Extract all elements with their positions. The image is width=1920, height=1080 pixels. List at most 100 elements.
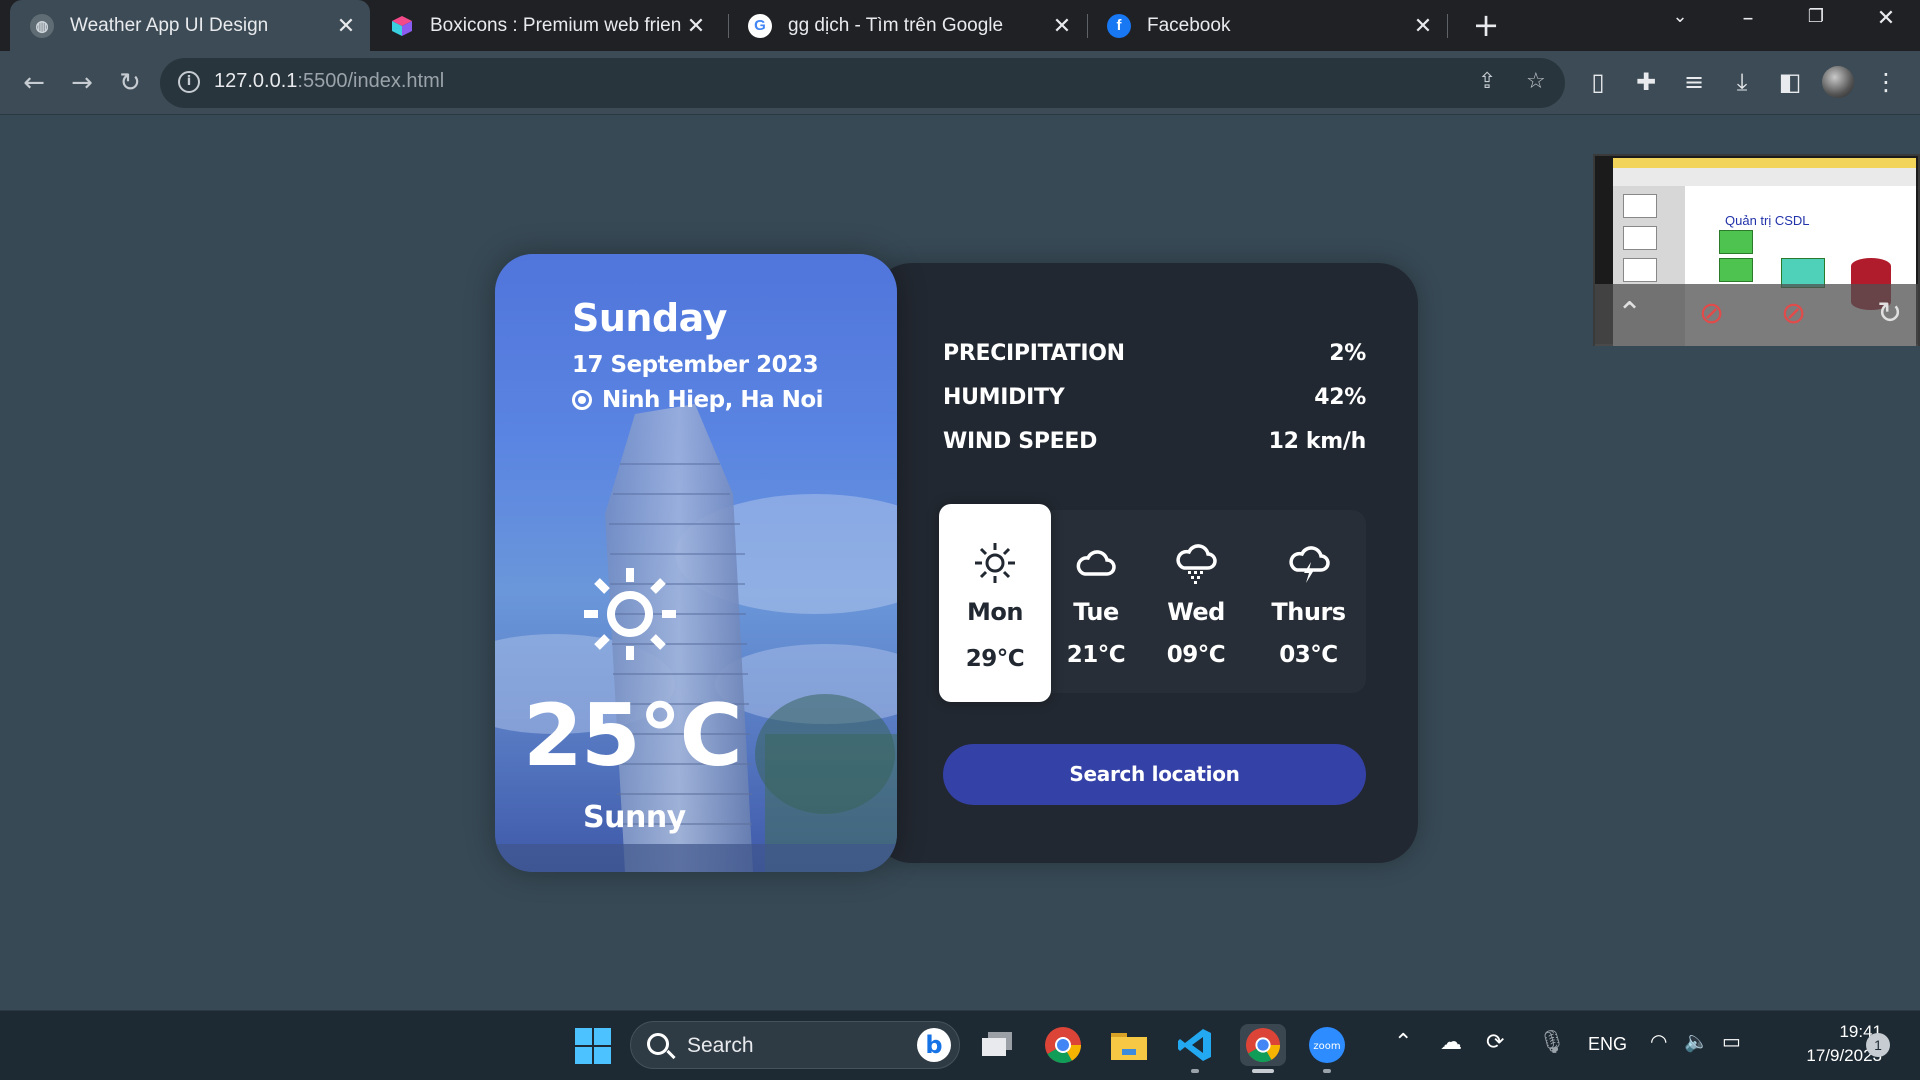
extensions-icon[interactable]: ✚ bbox=[1628, 64, 1664, 100]
tab-bar: ◍ Weather App UI Design ✕ Boxicons : Pre… bbox=[0, 0, 1920, 51]
sun-icon bbox=[584, 568, 676, 660]
diagram-box bbox=[1719, 258, 1753, 282]
url-text[interactable]: 127.0.0.1:5500/index.html bbox=[214, 70, 444, 93]
new-tab-button[interactable]: + bbox=[1466, 6, 1506, 44]
restore-button[interactable]: ❐ bbox=[1796, 6, 1836, 27]
forecast-day-tue[interactable]: Tue 21°C bbox=[1051, 510, 1141, 693]
mic-muted-icon[interactable]: ⊘ bbox=[1699, 296, 1724, 331]
taskbar-search-label: Search bbox=[687, 1034, 754, 1057]
tab-title: Boxicons : Premium web friendly bbox=[430, 14, 682, 36]
forecast-day-thurs[interactable]: Thurs 03°C bbox=[1251, 510, 1366, 693]
close-window-button[interactable]: ✕ bbox=[1866, 6, 1906, 31]
location-row: Ninh Hiep, Ha Noi bbox=[572, 387, 824, 413]
reload-button[interactable]: ↻ bbox=[110, 63, 150, 103]
tab-google-search[interactable]: G gg dịch - Tìm trên Google ✕ bbox=[728, 0, 1086, 51]
media-control-icon[interactable]: ≡ bbox=[1676, 64, 1712, 100]
week-forecast: Mon 29°C Tue 21°C Wed 09°C Thurs 03°C bbox=[939, 504, 1366, 702]
zoom-share-preview[interactable]: Quản trị CSDL ⌃ ⊘ ⊘ ↻ bbox=[1593, 154, 1920, 346]
battery-icon[interactable]: ▭ bbox=[1722, 1029, 1741, 1054]
task-view-icon[interactable] bbox=[976, 1024, 1018, 1066]
slide-thumbnail bbox=[1623, 194, 1657, 218]
share-screen-icon[interactable]: ↻ bbox=[1877, 296, 1902, 331]
close-icon[interactable]: ✕ bbox=[332, 13, 360, 39]
tab-boxicons[interactable]: Boxicons : Premium web friendly ✕ bbox=[370, 0, 720, 51]
wifi-icon[interactable]: ◠ bbox=[1650, 1029, 1667, 1054]
windows-start-icon[interactable] bbox=[575, 1028, 611, 1064]
stat-label: HUMIDITY bbox=[943, 385, 1065, 410]
chrome-icon[interactable] bbox=[1042, 1024, 1084, 1066]
zoom-icon[interactable]: zoom bbox=[1306, 1024, 1348, 1066]
side-panel-icon[interactable]: ◧ bbox=[1772, 64, 1808, 100]
search-location-button[interactable]: Search location bbox=[943, 744, 1366, 805]
day-name: Sunday bbox=[572, 296, 727, 340]
stat-precipitation: PRECIPITATION 2% bbox=[943, 341, 1366, 385]
device-icon[interactable]: ▯ bbox=[1580, 64, 1616, 100]
close-icon[interactable]: ✕ bbox=[682, 13, 710, 39]
expand-icon[interactable]: ⌃ bbox=[1617, 296, 1642, 331]
weather-summary-card: Sunday 17 September 2023 Ninh Hiep, Ha N… bbox=[495, 254, 897, 872]
facebook-icon: f bbox=[1107, 13, 1131, 38]
forecast-temp: 09°C bbox=[1166, 642, 1226, 668]
stat-value: 42% bbox=[1314, 385, 1366, 410]
date-text: 17 September 2023 bbox=[572, 352, 819, 378]
show-hidden-icons[interactable]: ⌃ bbox=[1394, 1029, 1412, 1055]
tab-title: gg dịch - Tìm trên Google bbox=[788, 14, 1004, 36]
tab-separator bbox=[1447, 14, 1448, 38]
download-icon[interactable]: ⤓ bbox=[1724, 64, 1760, 100]
stat-label: WIND SPEED bbox=[943, 429, 1098, 454]
tab-title: Facebook bbox=[1147, 14, 1231, 36]
taskbar-search[interactable]: Search b bbox=[630, 1021, 960, 1069]
volume-icon[interactable]: 🔈 bbox=[1684, 1029, 1709, 1054]
cloud-snow-icon bbox=[1176, 544, 1217, 584]
close-icon[interactable]: ✕ bbox=[1409, 13, 1437, 39]
share-icon[interactable]: ⇪ bbox=[1478, 69, 1496, 94]
address-bar[interactable]: i 127.0.0.1:5500/index.html ⇪ ☆ bbox=[160, 58, 1565, 108]
notification-badge[interactable]: 1 bbox=[1866, 1033, 1890, 1057]
clock-date[interactable]: 17/9/2023 bbox=[1772, 1046, 1882, 1066]
diagram-box bbox=[1719, 230, 1753, 254]
forecast-day-wed[interactable]: Wed 09°C bbox=[1141, 510, 1251, 693]
running-indicator bbox=[1191, 1069, 1199, 1073]
vscode-icon[interactable] bbox=[1174, 1024, 1216, 1066]
current-temperature: 25°C bbox=[523, 686, 743, 786]
site-info-icon[interactable]: i bbox=[178, 71, 200, 93]
stat-value: 2% bbox=[1329, 341, 1366, 366]
boxicons-icon bbox=[390, 14, 414, 38]
shared-slide-title: Quản trị CSDL bbox=[1725, 213, 1810, 228]
running-indicator bbox=[1323, 1069, 1331, 1073]
bookmark-star-icon[interactable]: ☆ bbox=[1526, 69, 1546, 94]
svg-text:zoom: zoom bbox=[1313, 1041, 1340, 1052]
video-off-icon[interactable]: ⊘ bbox=[1781, 296, 1806, 331]
windows-taskbar: Search b zoom ⌃ ☁ ⟳ 🎙 ENG ◠ 🔈 ▭ 19:41 17… bbox=[0, 1010, 1920, 1080]
tab-facebook[interactable]: f Facebook ✕ bbox=[1087, 0, 1447, 51]
profile-avatar[interactable] bbox=[1822, 66, 1854, 98]
tab-title: Weather App UI Design bbox=[70, 14, 269, 36]
bing-icon[interactable]: b bbox=[917, 1028, 951, 1062]
forward-button[interactable]: → bbox=[62, 63, 102, 103]
browser-toolbar: ← → ↻ i 127.0.0.1:5500/index.html ⇪ ☆ ▯ … bbox=[0, 51, 1920, 115]
forecast-day-name: Thurs bbox=[1271, 598, 1346, 626]
chrome-active-icon[interactable] bbox=[1240, 1024, 1286, 1066]
cloud-icon bbox=[1076, 550, 1116, 576]
forecast-day-name: Wed bbox=[1167, 598, 1225, 626]
minimize-button[interactable]: – bbox=[1728, 6, 1768, 31]
forecast-day-name: Tue bbox=[1073, 598, 1119, 626]
back-button[interactable]: ← bbox=[14, 63, 54, 103]
url-host: 127.0.0.1 bbox=[214, 70, 298, 92]
url-path: :5500/index.html bbox=[297, 70, 445, 92]
google-icon: G bbox=[748, 13, 772, 38]
running-indicator bbox=[1252, 1069, 1274, 1073]
file-explorer-icon[interactable] bbox=[1108, 1024, 1150, 1066]
menu-icon[interactable]: ⋮ bbox=[1868, 64, 1904, 100]
onedrive-error-icon[interactable]: ☁ bbox=[1440, 1029, 1462, 1055]
tab-weather-app[interactable]: ◍ Weather App UI Design ✕ bbox=[10, 0, 370, 51]
language-indicator[interactable]: ENG bbox=[1588, 1034, 1627, 1055]
microphone-icon[interactable]: 🎙 bbox=[1538, 1029, 1566, 1055]
forecast-day-name: Mon bbox=[967, 598, 1023, 626]
sync-icon[interactable]: ⟳ bbox=[1486, 1029, 1504, 1055]
forecast-day-mon[interactable]: Mon 29°C bbox=[939, 504, 1051, 702]
close-icon[interactable]: ✕ bbox=[1048, 13, 1076, 39]
location-text: Ninh Hiep, Ha Noi bbox=[602, 387, 824, 413]
shared-toolbar bbox=[1613, 168, 1916, 186]
tab-search-icon[interactable]: ⌄ bbox=[1660, 6, 1700, 27]
